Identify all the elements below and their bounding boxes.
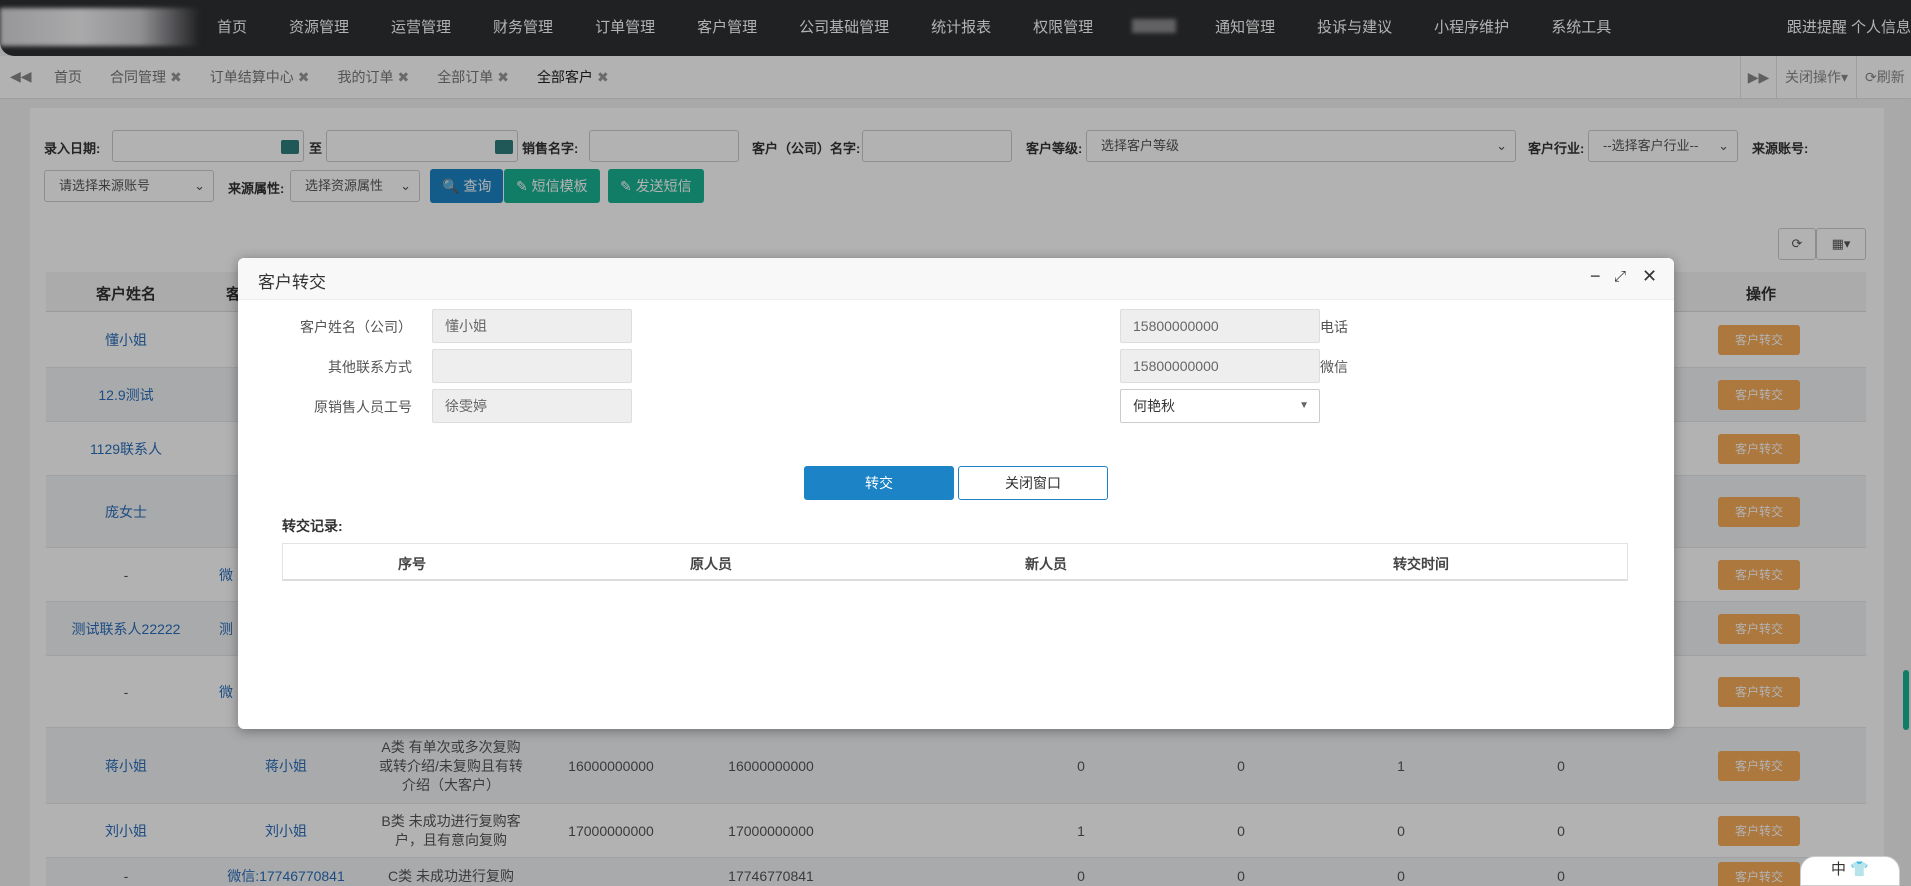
- caret-down-icon: ▼: [1299, 400, 1309, 411]
- records-header-original: 原人员: [690, 556, 732, 572]
- customer-wechat-field[interactable]: 15800000000: [1120, 349, 1320, 383]
- ime-mode-label: 中: [1831, 861, 1847, 878]
- customer-name-field[interactable]: 懂小姐: [432, 309, 632, 343]
- customer-name-label: 客户姓名（公司）: [300, 319, 412, 335]
- maximize-icon[interactable]: ⤢: [1614, 268, 1626, 285]
- close-window-button[interactable]: 关闭窗口: [958, 466, 1108, 500]
- records-header-index: 序号: [398, 556, 426, 572]
- close-icon[interactable]: ✕: [1642, 266, 1657, 287]
- transfer-button[interactable]: 转交: [804, 466, 954, 500]
- original-sales-field[interactable]: 徐雯婷: [432, 389, 632, 423]
- transfer-dialog: 客户转交 − ⤢ ✕ 客户姓名（公司） 懂小姐 客户电话 15800000000…: [238, 258, 1674, 729]
- other-contact-label: 其他联系方式: [328, 359, 412, 375]
- transfer-to-select[interactable]: 何艳秋 ▼: [1120, 389, 1320, 423]
- dialog-header: 客户转交 − ⤢ ✕: [238, 258, 1674, 300]
- minimize-icon[interactable]: −: [1590, 266, 1601, 287]
- original-sales-label: 原销售人员工号: [314, 399, 412, 415]
- records-header-new: 新人员: [1025, 556, 1067, 572]
- other-contact-field[interactable]: [432, 349, 632, 383]
- customer-phone-field[interactable]: 15800000000: [1120, 309, 1320, 343]
- transfer-records-table: 序号 原人员 新人员 转交时间: [282, 543, 1628, 581]
- records-header-time: 转交时间: [1393, 556, 1449, 572]
- transfer-to-value: 何艳秋: [1133, 398, 1175, 414]
- dialog-title: 客户转交: [258, 273, 326, 292]
- shirt-icon: 👕: [1850, 861, 1869, 878]
- ime-toolbar[interactable]: 中 👕: [1800, 856, 1900, 886]
- transfer-records-label: 转交记录:: [282, 518, 343, 534]
